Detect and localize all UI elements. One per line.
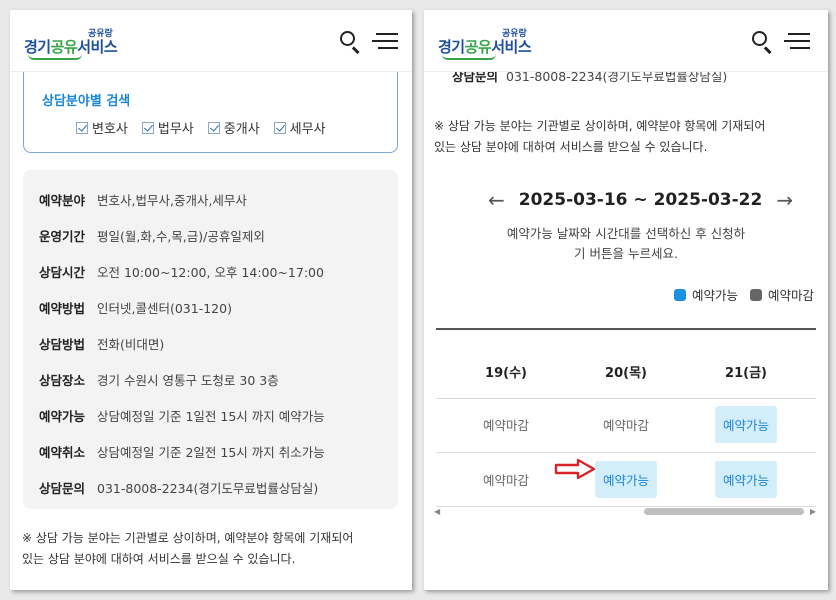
notice-line: ※ 상담 가능 분야는 기관별로 상이하며, 예약분야 항목에 기재되어 bbox=[434, 119, 766, 133]
info-row: 예약가능 상담예정일 기준 1일전 15시 까지 예약가능 bbox=[39, 406, 325, 425]
logo-swoosh bbox=[28, 54, 82, 60]
checkbox-label: 변호사 bbox=[92, 122, 128, 137]
info-key: 상담문의 bbox=[39, 481, 86, 496]
checkbox-label: 중개사 bbox=[223, 122, 260, 137]
slot-closed: 예약마감 bbox=[482, 417, 529, 433]
service-info-box: 예약분야 변호사,법무사,중개사,세무사 운영기간 평일(월,화,수,목,금)/공휴… bbox=[23, 170, 398, 509]
info-row: 상담방법 전화(비대면) bbox=[39, 334, 164, 353]
info-value: 변호사,법무사,중개사,세무사 bbox=[97, 193, 247, 208]
red-pointer-arrow-icon bbox=[554, 458, 596, 480]
prev-week-arrow-icon[interactable]: ← bbox=[488, 188, 505, 212]
column-header: 19(수) bbox=[485, 366, 527, 381]
scrollbar-thumb[interactable] bbox=[644, 508, 804, 515]
info-row: 예약취소 상담예정일 기준 2일전 15시 까지 취소가능 bbox=[39, 442, 325, 461]
row-divider bbox=[436, 398, 816, 399]
info-key: 상담장소 bbox=[39, 373, 86, 388]
scroll-right-icon[interactable]: ▶ bbox=[810, 507, 816, 516]
category-search-box: 상담분야별 검색 변호사 법무사 중개사 세무사 bbox=[23, 72, 398, 153]
next-week-arrow-icon[interactable]: → bbox=[776, 188, 793, 212]
info-key: 상담방법 bbox=[39, 337, 86, 352]
guide-line: 기 버튼을 누르세요. bbox=[574, 246, 678, 261]
left-screen: 공유랑 경기공유서비스 상담분야별 검색 변호사 법무사 중개사 세무사 예약분… bbox=[10, 10, 412, 590]
slot-cell: 예약마감 bbox=[571, 406, 681, 442]
slot-closed: 예약마감 bbox=[482, 472, 529, 488]
checkbox-realtor[interactable]: 중개사 bbox=[207, 118, 260, 137]
column-header: 20(목) bbox=[605, 366, 647, 381]
legend-available-label: 예약가능 bbox=[691, 288, 738, 303]
info-row: 예약분야 변호사,법무사,중개사,세무사 bbox=[39, 190, 247, 209]
menu-icon[interactable] bbox=[372, 30, 400, 52]
info-key: 예약방법 bbox=[39, 301, 86, 316]
slot-available-button[interactable]: 예약가능 bbox=[714, 405, 777, 443]
checkbox-label: 세무사 bbox=[289, 122, 326, 137]
logo-swoosh bbox=[442, 54, 496, 60]
category-search-title: 상담분야별 검색 bbox=[42, 94, 131, 109]
info-value: 전화(비대면) bbox=[97, 337, 165, 352]
row-divider bbox=[436, 452, 816, 453]
info-value: 인터넷,콜센터(031-120) bbox=[97, 301, 232, 316]
slot-cell: 예약마감 bbox=[451, 406, 561, 442]
category-checkboxes: 변호사 법무사 중개사 세무사 bbox=[76, 118, 326, 137]
right-screen: 상담문의 031-8008-2234(경기도무료법률상담실) 공유랑 경기공유서비… bbox=[424, 10, 828, 590]
info-row: 운영기간 평일(월,화,수,목,금)/공휴일제외 bbox=[39, 226, 265, 245]
checkbox-icon[interactable] bbox=[273, 121, 286, 134]
closed-swatch bbox=[749, 288, 762, 301]
search-icon[interactable] bbox=[338, 29, 364, 55]
menu-icon[interactable] bbox=[784, 30, 812, 52]
info-key: 상담시간 bbox=[39, 265, 86, 280]
info-row: 상담장소 경기 수원시 영통구 도청로 30 3층 bbox=[39, 370, 279, 389]
checkbox-judicial-scrivener[interactable]: 법무사 bbox=[141, 118, 194, 137]
info-row: 상담시간 오전 10:00~12:00, 오후 14:00~17:00 bbox=[39, 262, 324, 281]
reservation-table: 19(수) 20(목) 21(금) 예약마감 예약마감 예약가능 예약마감 예약… bbox=[436, 328, 816, 508]
info-value: 평일(월,화,수,목,금)/공휴일제외 bbox=[97, 229, 265, 244]
notice-line: 있는 상담 분야에 대하여 서비스를 받으실 수 있습니다. bbox=[434, 140, 708, 154]
logo[interactable]: 공유랑 경기공유서비스 bbox=[438, 24, 548, 60]
checkbox-icon[interactable] bbox=[207, 121, 220, 134]
checkbox-lawyer[interactable]: 변호사 bbox=[76, 118, 128, 137]
legend: 예약가능 예약마감 bbox=[673, 285, 814, 304]
notice-text: ※ 상담 가능 분야는 기관별로 상이하며, 예약분야 항목에 기재되어 있는 … bbox=[434, 116, 765, 158]
info-value: 오전 10:00~12:00, 오후 14:00~17:00 bbox=[97, 265, 324, 280]
column-header: 21(금) bbox=[725, 366, 767, 381]
info-row: 예약방법 인터넷,콜센터(031-120) bbox=[39, 298, 232, 317]
checkbox-icon[interactable] bbox=[76, 121, 88, 134]
info-row: 상담문의 031-8008-2234(경기도무료법률상담실) bbox=[39, 478, 318, 497]
guide-line: 예약가능 날짜와 시간대를 선택하신 후 신청하 bbox=[506, 226, 746, 241]
info-value: 경기 수원시 영통구 도청로 30 3층 bbox=[97, 373, 279, 388]
search-icon[interactable] bbox=[750, 29, 776, 55]
slot-cell: 예약가능 bbox=[691, 460, 801, 498]
logo[interactable]: 공유랑 경기공유서비스 bbox=[24, 24, 134, 60]
slot-cell: 예약마감 bbox=[451, 461, 561, 497]
slot-available-button[interactable]: 예약가능 bbox=[594, 460, 657, 498]
date-range: 2025-03-16 ~ 2025-03-22 bbox=[518, 190, 763, 210]
slot-closed: 예약마감 bbox=[602, 417, 649, 433]
info-key: 예약가능 bbox=[39, 409, 86, 424]
table-top-border bbox=[436, 328, 816, 330]
info-key: 예약취소 bbox=[39, 445, 86, 460]
booking-guide: 예약가능 날짜와 시간대를 선택하신 후 신청하 기 버튼을 누르세요. bbox=[448, 224, 804, 264]
checkbox-label: 법무사 bbox=[157, 122, 194, 137]
available-swatch bbox=[673, 288, 686, 301]
date-navigator: ← 2025-03-16 ~ 2025-03-22 → bbox=[488, 188, 793, 212]
info-value: 상담예정일 기준 2일전 15시 까지 취소가능 bbox=[97, 445, 325, 460]
info-value: 상담예정일 기준 1일전 15시 까지 예약가능 bbox=[97, 409, 325, 424]
slot-cell: 예약가능 bbox=[691, 405, 801, 443]
slot-available-button[interactable]: 예약가능 bbox=[714, 460, 777, 498]
header: 공유랑 경기공유서비스 bbox=[10, 10, 412, 72]
logo-part: 서비스 bbox=[491, 38, 532, 56]
scroll-left-icon[interactable]: ◀ bbox=[434, 507, 440, 516]
info-value: 031-8008-2234(경기도무료법률상담실) bbox=[97, 481, 319, 496]
info-key: 운영기간 bbox=[39, 229, 86, 244]
logo-part: 서비스 bbox=[77, 38, 118, 56]
notice-text: ※ 상담 가능 분야는 기관별로 상이하며, 예약분야 항목에 기재되어 있는 … bbox=[22, 528, 353, 570]
checkbox-tax-accountant[interactable]: 세무사 bbox=[273, 118, 326, 137]
info-key: 예약분야 bbox=[39, 193, 86, 208]
notice-line: 있는 상담 분야에 대하여 서비스를 받으실 수 있습니다. bbox=[22, 552, 296, 566]
notice-line: ※ 상담 가능 분야는 기관별로 상이하며, 예약분야 항목에 기재되어 bbox=[22, 531, 354, 545]
legend-closed-label: 예약마감 bbox=[767, 288, 814, 303]
horizontal-scrollbar[interactable]: ◀ ▶ bbox=[434, 507, 816, 517]
header: 공유랑 경기공유서비스 bbox=[424, 10, 828, 72]
checkbox-icon[interactable] bbox=[141, 121, 154, 134]
